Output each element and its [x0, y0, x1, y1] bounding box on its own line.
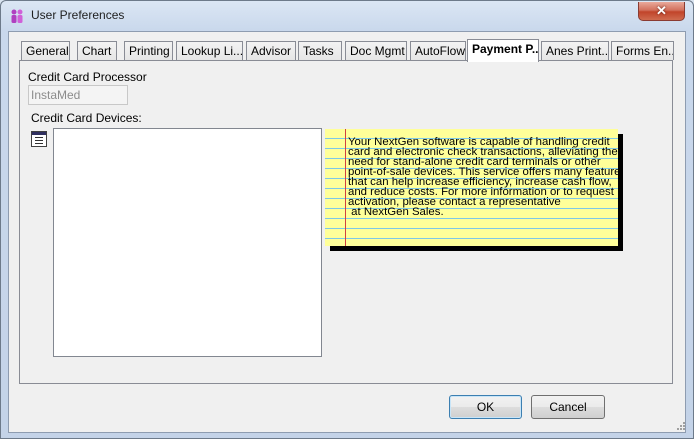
- cancel-button[interactable]: Cancel: [531, 395, 605, 419]
- note-text: Your NextGen software is capable of hand…: [348, 136, 618, 218]
- tab-anes-printing[interactable]: Anes Print...: [541, 41, 609, 60]
- tab-payment-processing[interactable]: Payment P...: [467, 39, 539, 62]
- title-bar[interactable]: User Preferences ✕: [1, 1, 693, 31]
- tab-lookup-lists[interactable]: Lookup Li...: [176, 41, 243, 60]
- processor-field[interactable]: InstaMed: [28, 85, 128, 105]
- payment-tab-panel: Credit Card Processor InstaMed Credit Ca…: [19, 60, 673, 384]
- user-preferences-window: User Preferences ✕ General Chart Printin…: [0, 0, 694, 439]
- dialog-client-area: General Chart Printing Lookup Li... Advi…: [8, 31, 686, 433]
- ok-button[interactable]: OK: [449, 395, 522, 419]
- tab-chart[interactable]: Chart: [77, 41, 117, 60]
- tab-printing[interactable]: Printing: [124, 41, 173, 60]
- credit-card-devices-list[interactable]: [53, 128, 322, 357]
- processor-label: Credit Card Processor: [28, 70, 147, 84]
- list-icon: [32, 132, 46, 144]
- tab-tasks[interactable]: Tasks: [298, 41, 342, 60]
- tab-forms-entry[interactable]: Forms En...: [611, 41, 674, 60]
- info-note: Your NextGen software is capable of hand…: [325, 129, 618, 246]
- device-list-icon[interactable]: [31, 131, 47, 147]
- resize-grip-icon[interactable]: [675, 420, 685, 430]
- close-button[interactable]: ✕: [638, 2, 685, 21]
- devices-label: Credit Card Devices:: [31, 111, 142, 125]
- users-icon: [11, 9, 23, 23]
- tab-doc-mgmt[interactable]: Doc Mgmt: [345, 41, 407, 60]
- tab-autoflow[interactable]: AutoFlow: [410, 41, 466, 60]
- note-margin-line: [345, 129, 346, 246]
- tab-advisor[interactable]: Advisor: [246, 41, 296, 60]
- window-title: User Preferences: [31, 8, 125, 22]
- close-icon: ✕: [656, 3, 667, 18]
- tab-general[interactable]: General: [21, 41, 70, 60]
